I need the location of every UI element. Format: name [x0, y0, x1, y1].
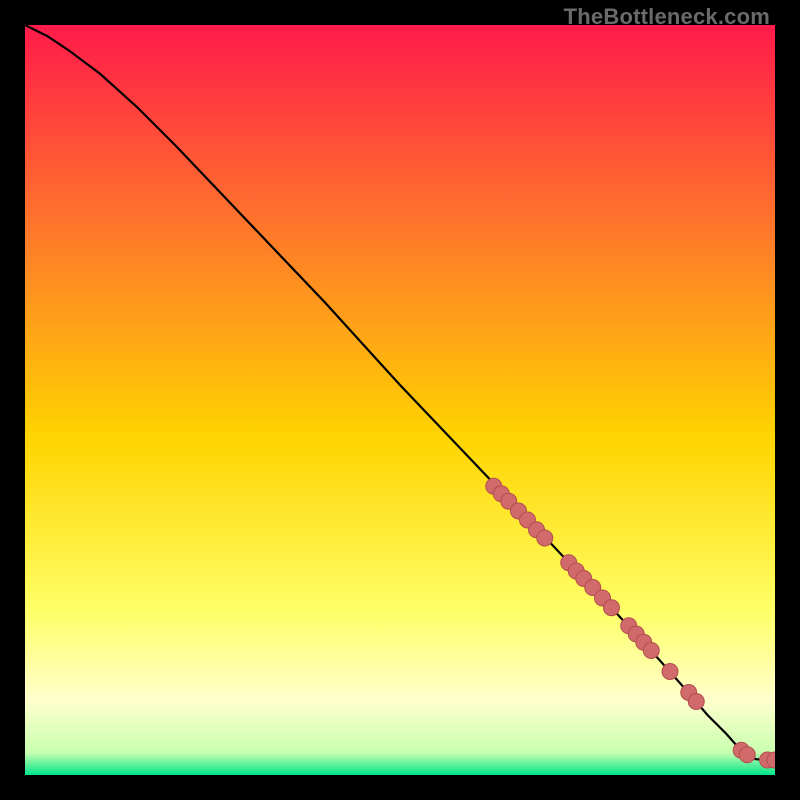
chart-svg: [25, 25, 775, 775]
data-point-marker: [662, 664, 678, 680]
chart-stage: TheBottleneck.com: [0, 0, 800, 800]
data-point-marker: [604, 600, 620, 616]
data-point-marker: [688, 694, 704, 710]
data-point-marker: [643, 643, 659, 659]
watermark-text: TheBottleneck.com: [564, 4, 770, 30]
data-point-marker: [537, 530, 553, 546]
data-point-marker: [739, 747, 755, 763]
